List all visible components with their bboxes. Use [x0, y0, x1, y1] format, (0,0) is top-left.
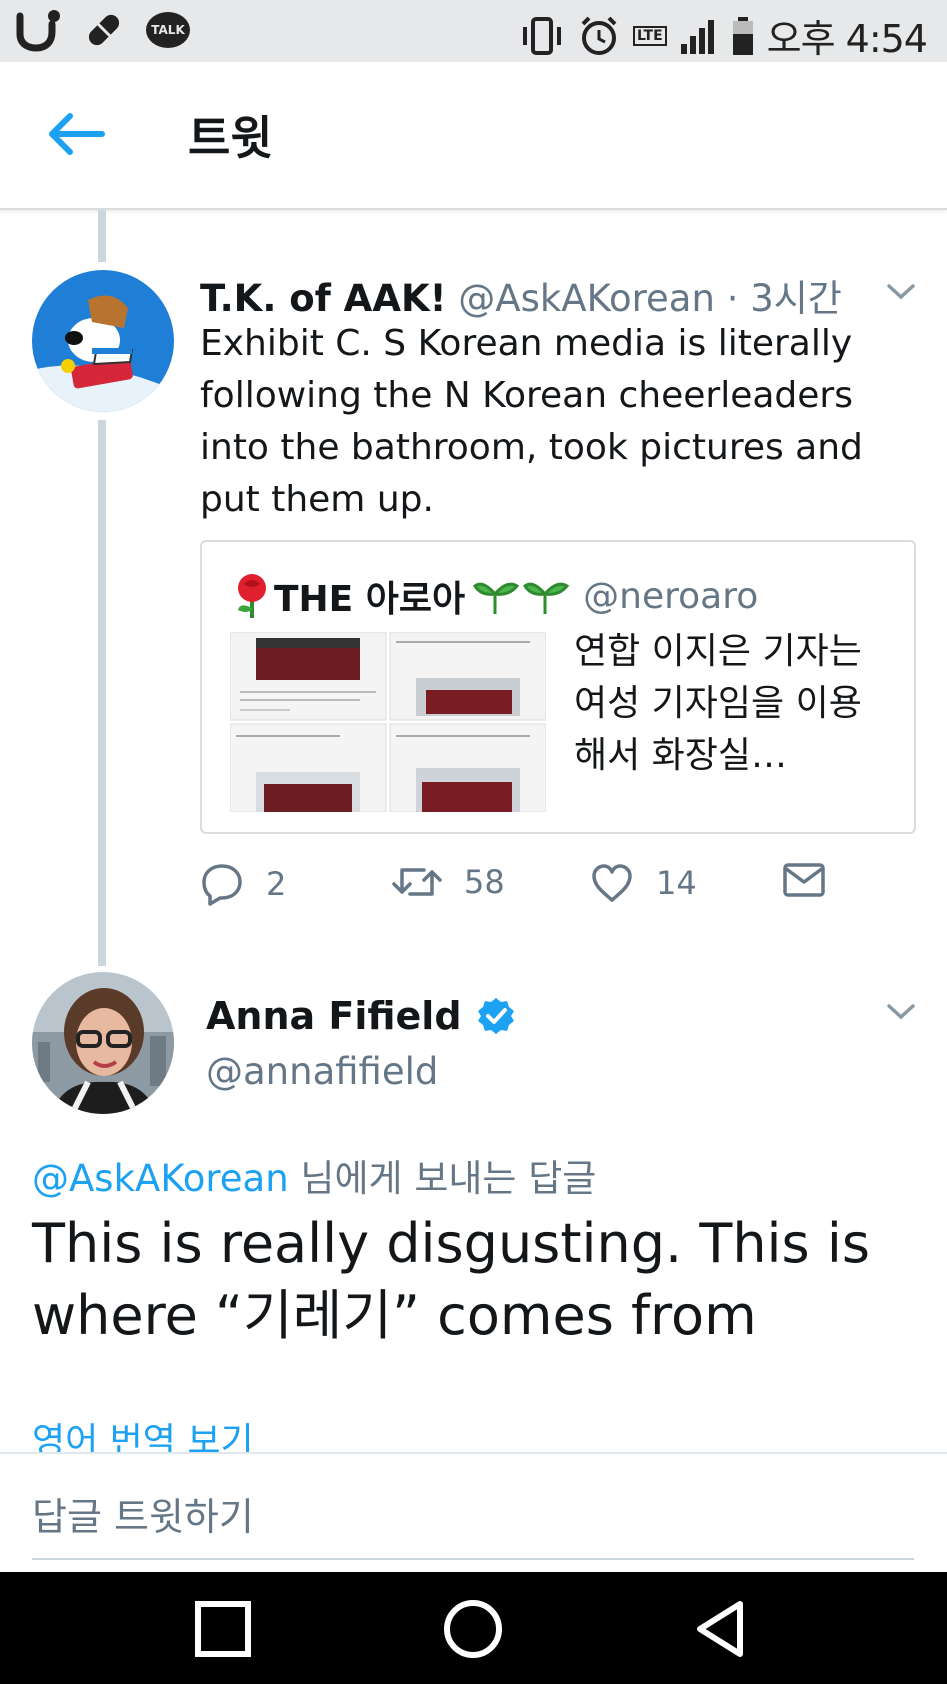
- app-header: 트윗: [0, 62, 947, 210]
- reply-to-suffix: 님에게 보내는 답글: [288, 1157, 597, 1200]
- retweet-icon: [392, 868, 442, 896]
- reply-compose-bar: 답글 트윗하기: [0, 1452, 947, 1572]
- tweet1-timestamp: · 3시간: [726, 277, 842, 320]
- anna-fifield-avatar-image: [32, 972, 174, 1114]
- android-nav-bar: [0, 1572, 947, 1684]
- reply-mention-link[interactable]: @AskAKorean: [32, 1157, 289, 1200]
- page-title: 트윗: [188, 111, 273, 165]
- tweet2-author-name[interactable]: Anna Fifield: [206, 994, 462, 1038]
- alarm-icon: [581, 16, 617, 55]
- home-icon[interactable]: [440, 1596, 506, 1662]
- direct-message-action[interactable]: [782, 862, 826, 898]
- reply-input[interactable]: 답글 트윗하기: [32, 1486, 914, 1560]
- quoted-tweet-card[interactable]: THE 아로아 @neroaro 연합 이지은 기자는 여성 기자임을 이용해서…: [200, 540, 916, 834]
- like-count: 14: [656, 864, 697, 902]
- verified-badge-icon: [477, 998, 514, 1034]
- tweet1-chevron-down-icon[interactable]: [886, 282, 916, 302]
- seedling-emoji-icon: [473, 582, 570, 614]
- uplus-carrier-icon: [16, 10, 60, 52]
- tweet1-text: Exhibit C. S Korean media is literally f…: [200, 323, 863, 520]
- battery-icon: [732, 16, 753, 55]
- status-bar: TALK LTE 오후 4:54: [0, 0, 947, 62]
- kakaotalk-icon: TALK: [146, 12, 190, 48]
- snoopy-avatar-image: [32, 270, 174, 412]
- thread-line-middle: [98, 420, 106, 966]
- retweet-count: 58: [464, 863, 505, 901]
- vibrate-icon: [522, 16, 561, 55]
- quoted-tweet-text: 연합 이지은 기자는 여성 기자임을 이용해서 화장실…: [574, 631, 862, 776]
- clock: 오후 4:54: [766, 17, 928, 61]
- recent-apps-icon[interactable]: [190, 1596, 256, 1662]
- tweet1-action-bar: 2 58 14: [200, 862, 840, 918]
- rose-emoji-icon: [238, 574, 266, 618]
- tweet2-author-handle[interactable]: @annafifield: [206, 1050, 438, 1093]
- quoted-author-handle: @neroaro: [583, 575, 759, 617]
- tweet2-chevron-down-icon[interactable]: [886, 1002, 916, 1022]
- signal-icon: [680, 19, 714, 54]
- pill-icon: [88, 14, 120, 46]
- tweet1-author-handle[interactable]: @AskAKorean: [458, 277, 715, 320]
- envelope-icon: [783, 863, 825, 897]
- translate-link[interactable]: 영어 번역 보기: [32, 1418, 254, 1454]
- reply-count: 2: [266, 865, 287, 903]
- heart-icon: [592, 864, 632, 902]
- quoted-media-thumbnail[interactable]: [230, 632, 546, 812]
- retweet-action[interactable]: 58: [392, 862, 505, 902]
- back-icon[interactable]: [690, 1596, 756, 1662]
- like-action[interactable]: 14: [590, 862, 697, 904]
- avatar-annafifield[interactable]: [32, 972, 174, 1114]
- replying-to-line: @AskAKorean 님에게 보내는 답글: [32, 1148, 596, 1202]
- reply-action[interactable]: 2: [200, 862, 286, 906]
- thread-line-top: [98, 210, 106, 262]
- tweet1-author-name[interactable]: T.K. of AAK!: [200, 277, 447, 320]
- tweet2-text: This is really disgusting. This is where…: [32, 1212, 870, 1347]
- tweet2-author-row: Anna Fifield: [206, 994, 516, 1038]
- back-arrow-icon[interactable]: [44, 106, 108, 162]
- quoted-author-name: THE 아로아: [274, 579, 466, 620]
- lte-indicator: LTE: [632, 25, 667, 46]
- reply-icon: [202, 864, 242, 906]
- avatar-askakorean[interactable]: [32, 270, 174, 412]
- tweet1-header: T.K. of AAK! @AskAKorean · 3시간: [200, 268, 842, 322]
